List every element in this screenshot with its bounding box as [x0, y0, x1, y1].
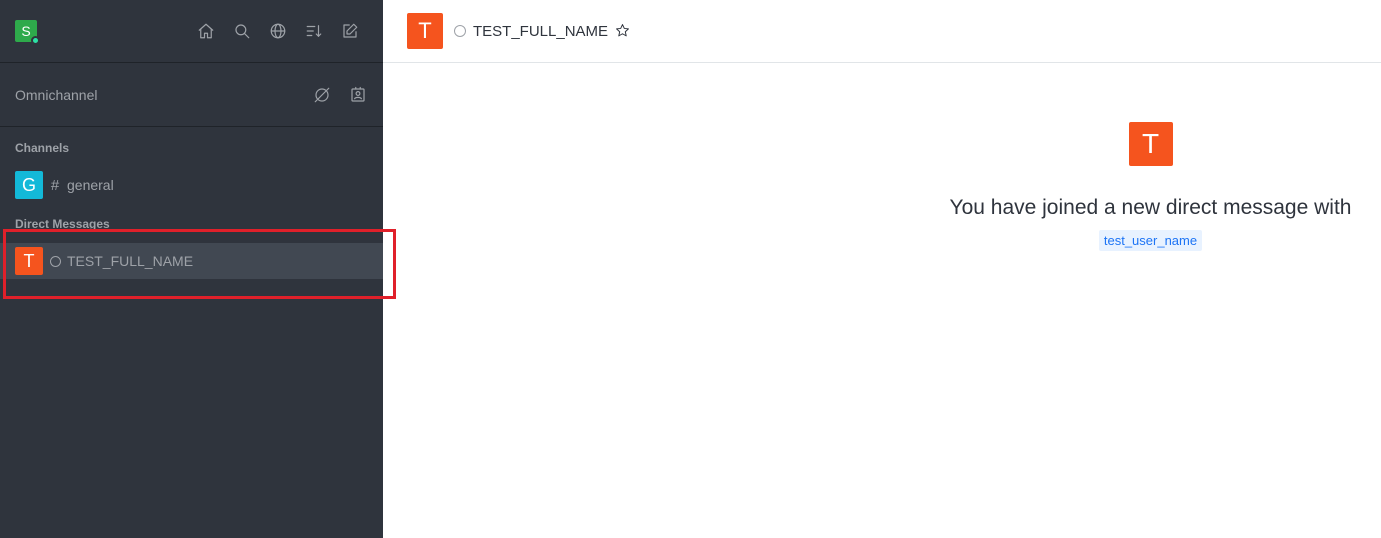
welcome-avatar: T: [1128, 122, 1173, 166]
room-title: TEST_FULL_NAME: [473, 22, 609, 40]
omnichannel-bar: Omnichannel: [0, 63, 383, 127]
room-avatar: G: [15, 171, 43, 199]
room-header: T TEST_FULL_NAME: [383, 0, 1381, 63]
sidebar-item-label: general: [67, 177, 114, 193]
channels-section-label: Channels: [15, 141, 70, 155]
room-avatar-letter: G: [21, 174, 36, 195]
omnichannel-label: Omnichannel: [15, 86, 98, 103]
room-welcome: T You have joined a new direct message w…: [943, 122, 1358, 251]
user-status-indicator: [31, 36, 40, 45]
room-header-avatar[interactable]: T: [407, 13, 443, 49]
directory-icon[interactable]: [260, 16, 296, 46]
main-content: T TEST_FULL_NAME T You have joined a new…: [383, 0, 1381, 538]
search-icon[interactable]: [224, 16, 260, 46]
user-avatar-letter: S: [21, 23, 31, 39]
highlight-annotation: [3, 229, 396, 299]
contact-center-icon[interactable]: [348, 80, 368, 110]
star-icon[interactable]: [615, 23, 631, 39]
sidebar-item-general[interactable]: G # general: [0, 167, 383, 203]
hashtag-icon: #: [50, 176, 60, 194]
username-mention[interactable]: test_user_name: [1098, 230, 1203, 251]
sort-icon[interactable]: [296, 16, 332, 46]
user-avatar[interactable]: S: [15, 20, 40, 45]
omnichannel-actions: [312, 80, 368, 110]
offline-status-icon: [454, 25, 466, 37]
welcome-message: You have joined a new direct message wit…: [949, 196, 1352, 219]
home-icon[interactable]: [188, 16, 224, 46]
omnichannel-status-icon[interactable]: [312, 80, 332, 110]
sidebar-header: S: [0, 0, 383, 63]
sidebar-header-actions: [188, 16, 368, 46]
room-header-avatar-letter: T: [418, 18, 432, 43]
create-new-icon[interactable]: [332, 16, 368, 46]
welcome-avatar-letter: T: [1141, 128, 1160, 159]
